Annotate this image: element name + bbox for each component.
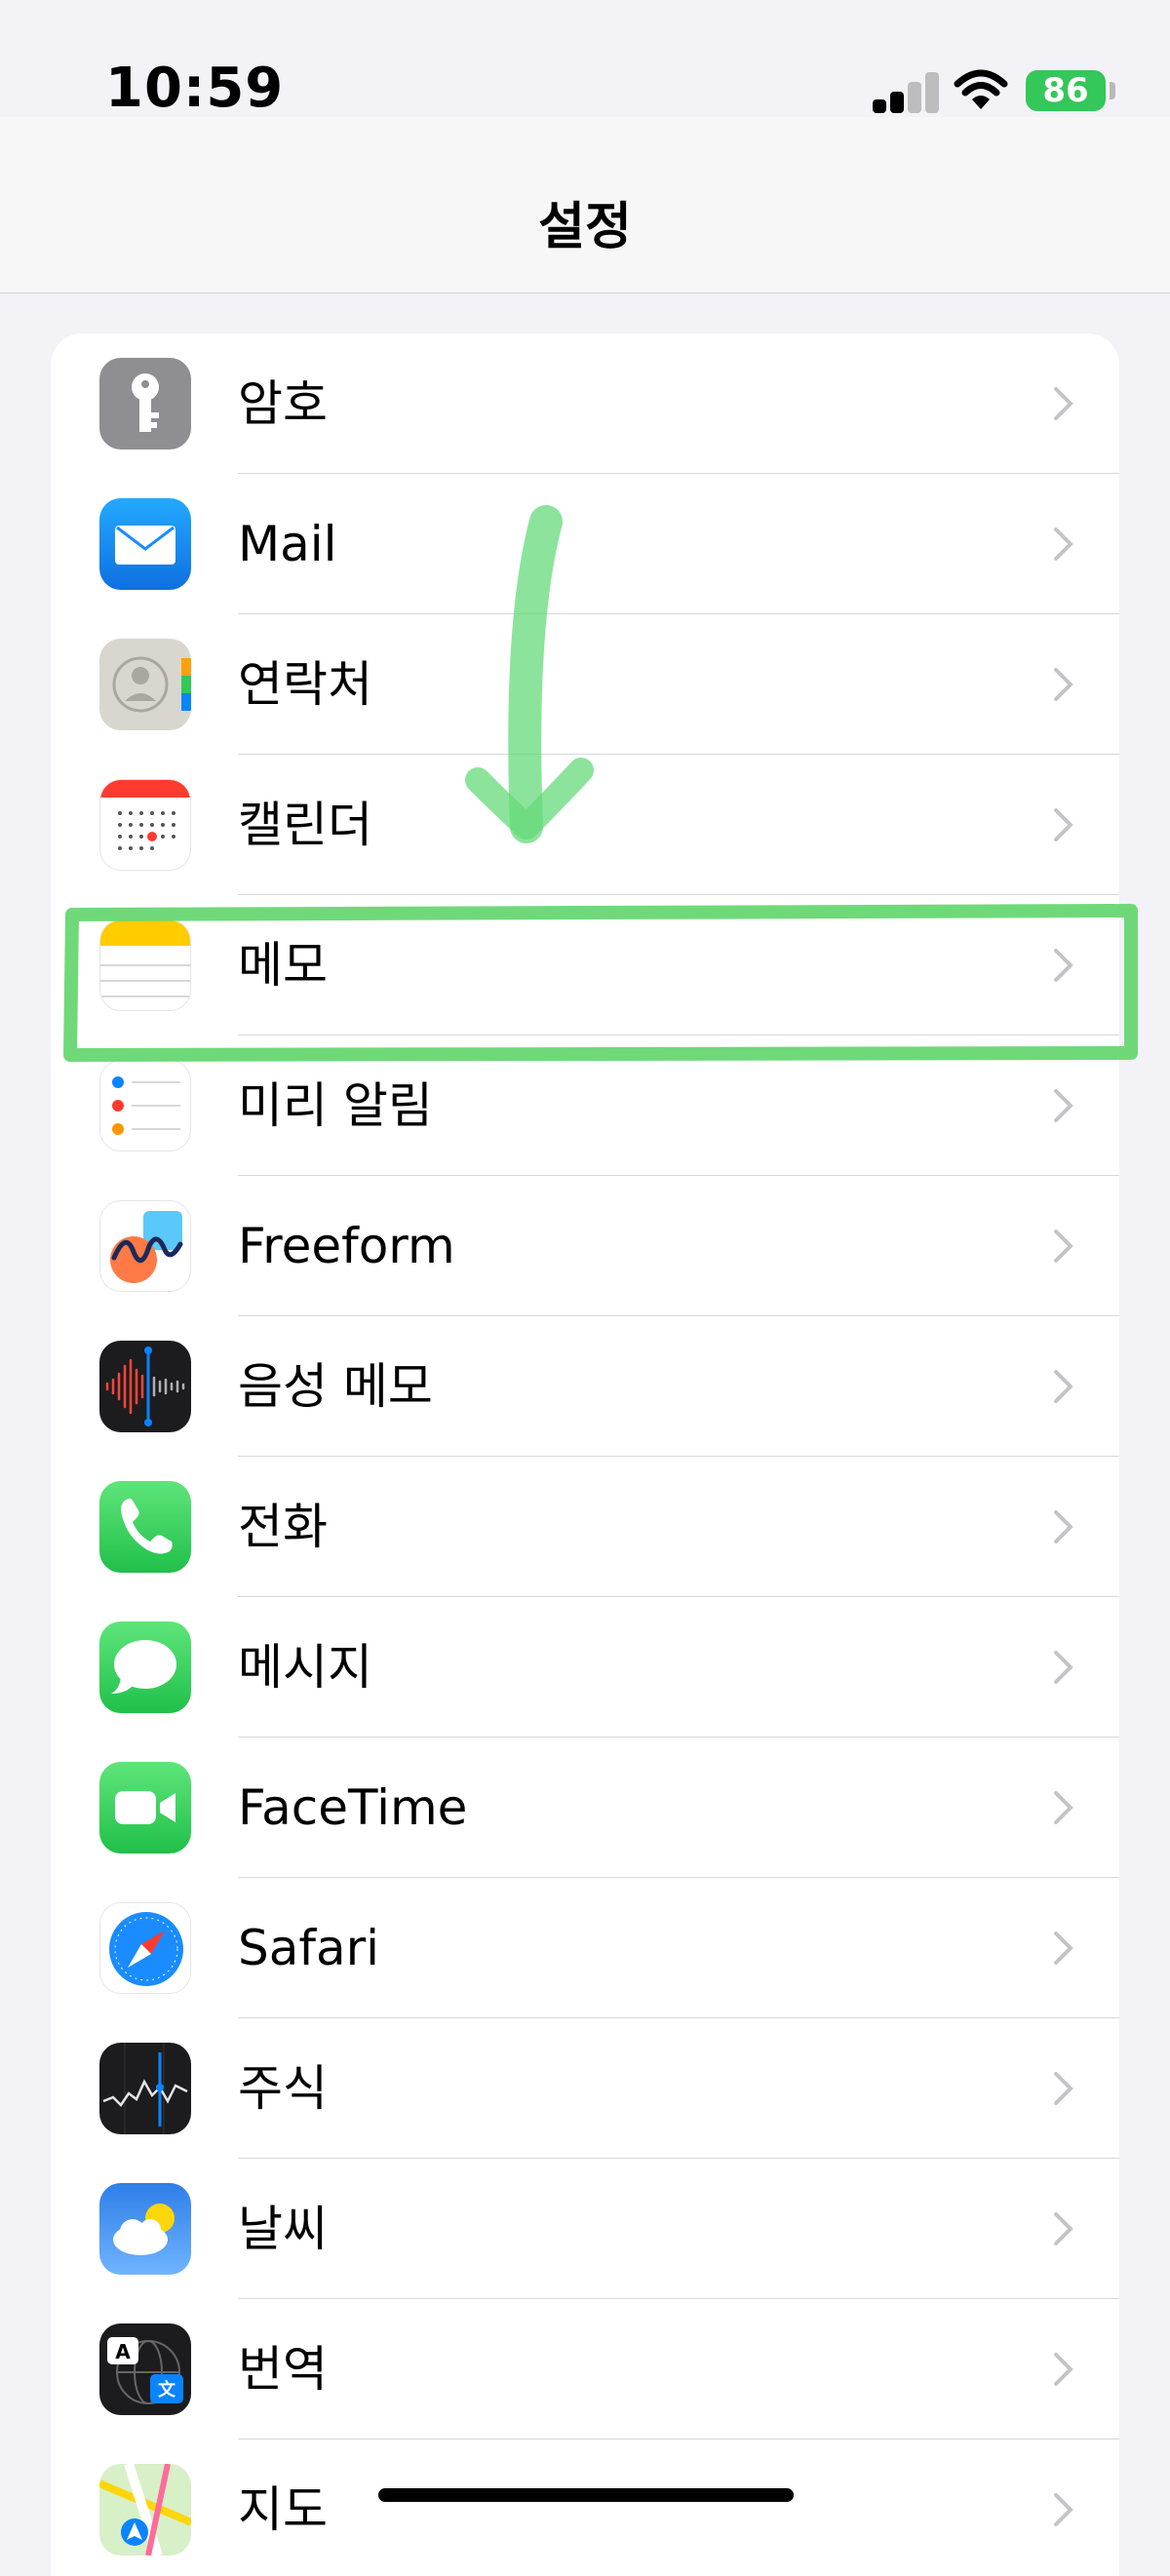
chevron-right-icon: [1054, 949, 1073, 982]
reminders-icon: [99, 1060, 191, 1151]
settings-item-reminders[interactable]: 미리 알림: [51, 1035, 1119, 1176]
settings-list: 암호 Mail 연락처 캘린더 메모 미리 알림 Freeform 음성 메모 …: [51, 333, 1119, 2576]
key-icon: [99, 358, 191, 449]
stocks-icon: [99, 2043, 191, 2134]
messages-icon: [99, 1621, 191, 1713]
facetime-icon: [99, 1762, 191, 1854]
navigation-header: 설정: [0, 117, 1170, 293]
settings-item-label: Freeform: [238, 1218, 455, 1274]
chevron-right-icon: [1054, 808, 1073, 841]
chevron-right-icon: [1054, 527, 1073, 561]
status-time: 10:59: [105, 57, 285, 120]
settings-item-passwords[interactable]: 암호: [51, 333, 1119, 474]
settings-item-mail[interactable]: Mail: [51, 474, 1119, 614]
settings-item-label: 암호: [238, 375, 328, 432]
settings-item-label: 연락처: [238, 656, 372, 713]
chevron-right-icon: [1054, 2072, 1073, 2105]
chevron-right-icon: [1054, 1791, 1073, 1824]
settings-item-freeform[interactable]: Freeform: [51, 1176, 1119, 1316]
settings-item-label: FaceTime: [238, 1779, 468, 1836]
home-indicator[interactable]: [378, 2488, 794, 2502]
chevron-right-icon: [1054, 1651, 1073, 1684]
calendar-icon: [99, 779, 191, 871]
settings-item-messages[interactable]: 메시지: [51, 1597, 1119, 1737]
settings-item-label: 전화: [238, 1499, 328, 1555]
settings-item-label: 메모: [238, 937, 328, 994]
settings-item-weather[interactable]: 날씨: [51, 2159, 1119, 2299]
battery-indicator: 86: [1026, 70, 1106, 111]
settings-item-maps[interactable]: 지도: [51, 2439, 1119, 2576]
settings-item-label: Safari: [238, 1920, 380, 1976]
page-title: 설정: [538, 198, 632, 256]
chevron-right-icon: [1054, 2493, 1073, 2526]
settings-item-label: 날씨: [238, 2201, 328, 2257]
battery-nub: [1110, 82, 1115, 99]
settings-item-phone[interactable]: 전화: [51, 1457, 1119, 1597]
settings-item-contacts[interactable]: 연락처: [51, 614, 1119, 755]
voice-memos-icon: [99, 1341, 191, 1432]
notes-icon: [99, 919, 191, 1011]
weather-icon: [99, 2183, 191, 2275]
safari-icon: [99, 1902, 191, 1994]
settings-item-stocks[interactable]: 주식: [51, 2018, 1119, 2159]
maps-icon: [99, 2464, 191, 2556]
settings-item-label: 캘린더: [238, 797, 372, 853]
settings-item-label: 주식: [238, 2060, 328, 2117]
cellular-signal-icon: [873, 72, 939, 113]
settings-item-label: 메시지: [238, 1639, 372, 1696]
settings-item-label: 번역: [238, 2341, 328, 2398]
chevron-right-icon: [1054, 2212, 1073, 2245]
settings-item-translate[interactable]: A 文 번역: [51, 2299, 1119, 2439]
settings-item-label: 지도: [238, 2481, 328, 2538]
chevron-right-icon: [1054, 1089, 1073, 1122]
chevron-right-icon: [1054, 1510, 1073, 1543]
translate-icon: A 文: [99, 2323, 191, 2415]
freeform-icon: [99, 1200, 191, 1292]
chevron-right-icon: [1054, 2353, 1073, 2386]
phone-icon: [99, 1481, 191, 1573]
wifi-icon: [954, 69, 1008, 109]
chevron-right-icon: [1054, 1229, 1073, 1263]
chevron-right-icon: [1054, 1932, 1073, 1965]
contacts-icon: [99, 639, 191, 730]
settings-item-voice-memos[interactable]: 음성 메모: [51, 1316, 1119, 1457]
mail-icon: [99, 498, 191, 590]
chevron-right-icon: [1054, 668, 1073, 701]
svg-text:A: A: [115, 2340, 131, 2363]
settings-item-label: Mail: [238, 516, 337, 572]
settings-item-safari[interactable]: Safari: [51, 1878, 1119, 2018]
svg-text:文: 文: [158, 2379, 176, 2400]
settings-item-label: 음성 메모: [238, 1358, 433, 1415]
settings-item-notes[interactable]: 메모: [51, 895, 1119, 1035]
settings-item-facetime[interactable]: FaceTime: [51, 1737, 1119, 1878]
chevron-right-icon: [1054, 1370, 1073, 1403]
settings-item-label: 미리 알림: [238, 1077, 433, 1134]
settings-item-calendar[interactable]: 캘린더: [51, 755, 1119, 895]
chevron-right-icon: [1054, 387, 1073, 420]
